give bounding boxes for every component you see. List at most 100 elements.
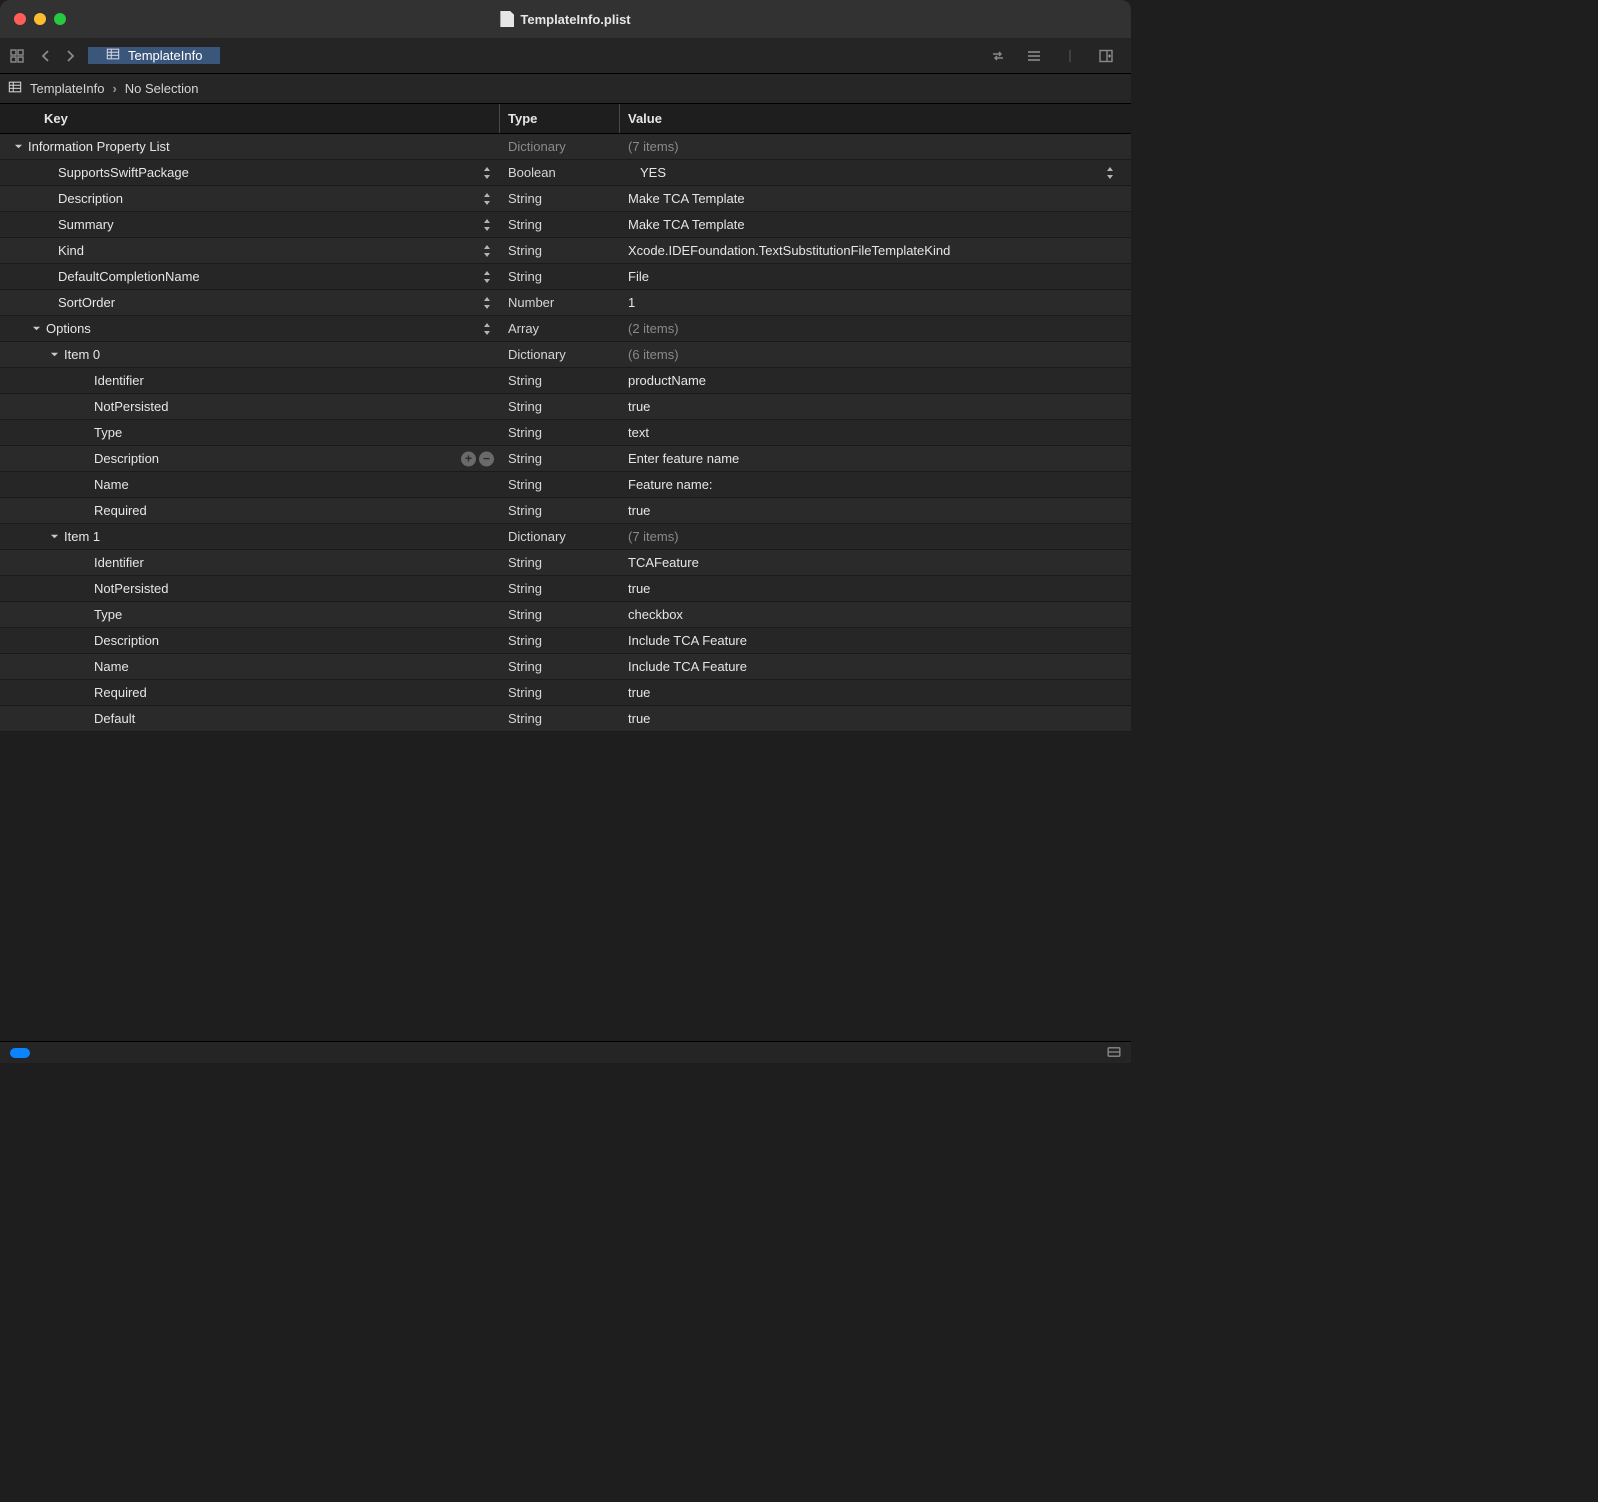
table-row[interactable]: OptionsArray(2 items) bbox=[0, 316, 1131, 342]
type-cell[interactable]: String bbox=[500, 472, 620, 497]
type-cell[interactable]: String bbox=[500, 394, 620, 419]
zoom-window-button[interactable] bbox=[54, 13, 66, 25]
close-window-button[interactable] bbox=[14, 13, 26, 25]
key-cell[interactable]: Required bbox=[0, 680, 500, 705]
value-cell[interactable]: true bbox=[620, 576, 1131, 601]
table-row[interactable]: Item 0Dictionary(6 items) bbox=[0, 342, 1131, 368]
key-stepper-icon[interactable] bbox=[482, 323, 492, 335]
value-cell[interactable]: true bbox=[620, 394, 1131, 419]
type-cell[interactable]: Array bbox=[500, 316, 620, 341]
key-cell[interactable]: Information Property List bbox=[0, 134, 500, 159]
value-cell[interactable]: (6 items) bbox=[620, 342, 1131, 367]
table-row[interactable]: Item 1Dictionary(7 items) bbox=[0, 524, 1131, 550]
type-cell[interactable]: String bbox=[500, 706, 620, 731]
key-cell[interactable]: DefaultCompletionName bbox=[0, 264, 500, 289]
editor-options-icon[interactable] bbox=[1017, 38, 1051, 74]
key-cell[interactable]: Default bbox=[0, 706, 500, 731]
table-row[interactable]: DescriptionStringMake TCA Template bbox=[0, 186, 1131, 212]
type-cell[interactable]: String bbox=[500, 368, 620, 393]
key-cell[interactable]: Type bbox=[0, 420, 500, 445]
value-cell[interactable]: true bbox=[620, 680, 1131, 705]
related-items-icon[interactable] bbox=[0, 38, 34, 74]
key-stepper-icon[interactable] bbox=[482, 219, 492, 231]
table-row[interactable]: RequiredStringtrue bbox=[0, 498, 1131, 524]
key-cell[interactable]: Name bbox=[0, 654, 500, 679]
type-cell[interactable]: Dictionary bbox=[500, 342, 620, 367]
key-cell[interactable]: NotPersisted bbox=[0, 394, 500, 419]
key-cell[interactable]: Name bbox=[0, 472, 500, 497]
filter-icon[interactable] bbox=[1107, 1045, 1121, 1060]
key-cell[interactable]: Item 0 bbox=[0, 342, 500, 367]
disclosure-triangle-icon[interactable] bbox=[12, 141, 24, 153]
key-cell[interactable]: Item 1 bbox=[0, 524, 500, 549]
breadcrumb-root[interactable]: TemplateInfo bbox=[30, 81, 104, 96]
table-row[interactable]: NameStringFeature name: bbox=[0, 472, 1131, 498]
table-row[interactable]: TypeStringtext bbox=[0, 420, 1131, 446]
key-cell[interactable]: SortOrder bbox=[0, 290, 500, 315]
status-pill-icon[interactable] bbox=[10, 1048, 30, 1058]
value-cell[interactable]: Make TCA Template bbox=[620, 212, 1131, 237]
value-cell[interactable]: TCAFeature bbox=[620, 550, 1131, 575]
value-cell[interactable]: productName bbox=[620, 368, 1131, 393]
key-cell[interactable]: Description bbox=[0, 628, 500, 653]
key-cell[interactable]: Identifier bbox=[0, 550, 500, 575]
disclosure-triangle-icon[interactable] bbox=[48, 531, 60, 543]
table-row[interactable]: Information Property ListDictionary(7 it… bbox=[0, 134, 1131, 160]
key-cell[interactable]: Description bbox=[0, 186, 500, 211]
value-cell[interactable]: checkbox bbox=[620, 602, 1131, 627]
value-cell[interactable]: (7 items) bbox=[620, 134, 1131, 159]
breadcrumb[interactable]: TemplateInfo › No Selection bbox=[0, 74, 1131, 104]
remove-row-button[interactable]: − bbox=[479, 451, 494, 466]
type-cell[interactable]: String bbox=[500, 654, 620, 679]
disclosure-triangle-icon[interactable] bbox=[30, 323, 42, 335]
table-row[interactable]: KindStringXcode.IDEFoundation.TextSubsti… bbox=[0, 238, 1131, 264]
table-row[interactable]: RequiredStringtrue bbox=[0, 680, 1131, 706]
table-row[interactable]: SummaryStringMake TCA Template bbox=[0, 212, 1131, 238]
key-cell[interactable]: NotPersisted bbox=[0, 576, 500, 601]
type-cell[interactable]: Dictionary bbox=[500, 524, 620, 549]
column-header-type[interactable]: Type bbox=[500, 104, 620, 133]
type-cell[interactable]: String bbox=[500, 576, 620, 601]
type-cell[interactable]: String bbox=[500, 212, 620, 237]
table-row[interactable]: IdentifierStringTCAFeature bbox=[0, 550, 1131, 576]
column-header-value[interactable]: Value bbox=[620, 104, 1131, 133]
value-cell[interactable]: Include TCA Feature bbox=[620, 628, 1131, 653]
type-cell[interactable]: String bbox=[500, 680, 620, 705]
type-cell[interactable]: String bbox=[500, 420, 620, 445]
value-cell[interactable]: (7 items) bbox=[620, 524, 1131, 549]
key-cell[interactable]: SupportsSwiftPackage bbox=[0, 160, 500, 185]
editor-tab[interactable]: TemplateInfo bbox=[88, 47, 220, 64]
table-row[interactable]: Description+−StringEnter feature name bbox=[0, 446, 1131, 472]
type-cell[interactable]: Dictionary bbox=[500, 134, 620, 159]
value-cell[interactable]: (2 items) bbox=[620, 316, 1131, 341]
key-stepper-icon[interactable] bbox=[482, 271, 492, 283]
value-cell[interactable]: File bbox=[620, 264, 1131, 289]
type-cell[interactable]: String bbox=[500, 238, 620, 263]
key-cell[interactable]: Summary bbox=[0, 212, 500, 237]
value-stepper-icon[interactable] bbox=[1105, 167, 1115, 179]
key-cell[interactable]: Options bbox=[0, 316, 500, 341]
key-stepper-icon[interactable] bbox=[482, 167, 492, 179]
value-cell[interactable]: Enter feature name bbox=[620, 446, 1131, 471]
value-cell[interactable]: Feature name: bbox=[620, 472, 1131, 497]
key-stepper-icon[interactable] bbox=[482, 245, 492, 257]
table-row[interactable]: SortOrderNumber1 bbox=[0, 290, 1131, 316]
table-row[interactable]: DefaultStringtrue bbox=[0, 706, 1131, 732]
add-editor-icon[interactable] bbox=[1089, 38, 1123, 74]
column-header-key[interactable]: Key bbox=[0, 104, 500, 133]
table-row[interactable]: DescriptionStringInclude TCA Feature bbox=[0, 628, 1131, 654]
value-cell[interactable]: YES bbox=[620, 160, 1131, 185]
key-cell[interactable]: Type bbox=[0, 602, 500, 627]
type-cell[interactable]: String bbox=[500, 550, 620, 575]
type-cell[interactable]: String bbox=[500, 602, 620, 627]
key-stepper-icon[interactable] bbox=[482, 193, 492, 205]
type-cell[interactable]: Number bbox=[500, 290, 620, 315]
table-row[interactable]: DefaultCompletionNameStringFile bbox=[0, 264, 1131, 290]
value-cell[interactable]: Xcode.IDEFoundation.TextSubstitutionFile… bbox=[620, 238, 1131, 263]
value-cell[interactable]: Make TCA Template bbox=[620, 186, 1131, 211]
type-cell[interactable]: String bbox=[500, 186, 620, 211]
type-cell[interactable]: String bbox=[500, 498, 620, 523]
table-row[interactable]: IdentifierStringproductName bbox=[0, 368, 1131, 394]
value-cell[interactable]: true bbox=[620, 706, 1131, 731]
table-row[interactable]: NameStringInclude TCA Feature bbox=[0, 654, 1131, 680]
